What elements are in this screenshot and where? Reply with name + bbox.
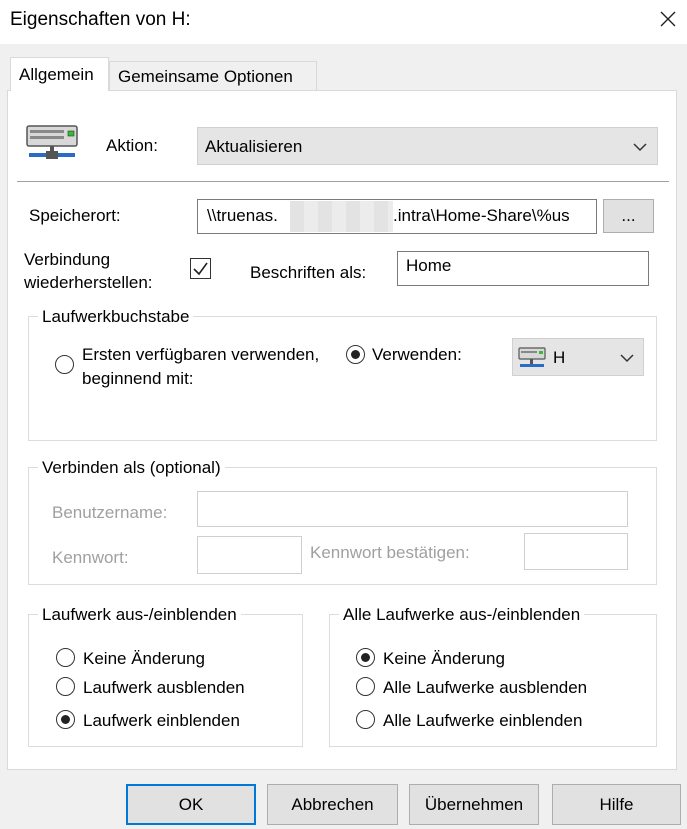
radio-all-hide[interactable] <box>356 677 375 696</box>
apply-button[interactable]: Übernehmen <box>409 784 539 825</box>
drive-letter-group-title: Laufwerkbuchstabe <box>38 307 194 327</box>
action-dropdown[interactable]: Aktualisieren <box>197 127 658 165</box>
tab-allgemein[interactable]: Allgemein <box>10 57 109 91</box>
username-label: Benutzername: <box>52 503 168 522</box>
drive-show-label: Laufwerk einblenden <box>83 711 240 730</box>
chevron-down-icon <box>633 143 647 152</box>
checkmark-icon <box>193 262 208 276</box>
radio-first-available[interactable] <box>55 355 74 374</box>
location-value-prefix: \\truenas. <box>207 206 278 225</box>
action-label: Aktion: <box>106 136 158 155</box>
label-as-label: Beschriften als: <box>250 263 367 282</box>
location-input[interactable]: \\truenas. .intra\Home-Share\%us <box>197 199 597 234</box>
action-value: Aktualisieren <box>205 137 303 156</box>
first-available-label-line1: Ersten verfügbaren verwenden, <box>82 345 320 364</box>
radio-drive-hide[interactable] <box>56 677 75 696</box>
close-button[interactable] <box>650 0 686 38</box>
use-letter-label: Verwenden: <box>372 345 462 364</box>
radio-drive-show[interactable] <box>56 710 75 729</box>
tab-gemeinsame-optionen[interactable]: Gemeinsame Optionen <box>109 61 317 91</box>
drive-letter-dropdown[interactable]: H <box>512 338 644 376</box>
reconnect-label-line2: wiederherstellen: <box>24 273 153 292</box>
username-input[interactable] <box>197 491 628 527</box>
window-title: Eigenschaften von H: <box>10 9 191 30</box>
password-label: Kennwort: <box>52 548 129 567</box>
location-label: Speicherort: <box>29 206 121 225</box>
first-available-label-line2: beginnend mit: <box>82 369 194 388</box>
all-hide-label: Alle Laufwerke ausblenden <box>383 678 588 697</box>
cancel-button[interactable]: Abbrechen <box>267 784 398 825</box>
help-button[interactable]: Hilfe <box>552 784 681 825</box>
close-icon <box>660 11 676 27</box>
show-hide-drive-group-title: Laufwerk aus-/einblenden <box>38 605 241 625</box>
confirm-password-label: Kennwort bestätigen: <box>310 543 470 562</box>
connect-as-group-title: Verbinden als (optional) <box>38 458 225 478</box>
radio-all-no-change[interactable] <box>356 648 375 667</box>
drive-letter-value: H <box>553 348 566 367</box>
confirm-password-input[interactable] <box>524 533 628 570</box>
reconnect-label-line1: Verbindung <box>24 250 111 269</box>
radio-drive-no-change[interactable] <box>56 648 75 667</box>
all-no-change-label: Keine Änderung <box>383 649 505 668</box>
location-value-suffix: .intra\Home-Share\%us <box>393 206 570 225</box>
chevron-down-icon <box>620 354 634 363</box>
browse-button[interactable]: ... <box>603 199 654 233</box>
ok-button[interactable]: OK <box>126 784 256 825</box>
radio-use-letter[interactable] <box>346 345 365 364</box>
drive-hide-label: Laufwerk ausblenden <box>83 678 245 697</box>
label-as-input[interactable]: Home <box>397 251 649 286</box>
redacted-block <box>290 201 393 232</box>
drive-no-change-label: Keine Änderung <box>83 649 205 668</box>
network-drive-icon <box>518 347 546 367</box>
reconnect-checkbox[interactable] <box>190 258 211 279</box>
separator <box>17 181 669 182</box>
network-drive-icon <box>26 125 78 159</box>
radio-all-show[interactable] <box>356 710 375 729</box>
all-show-label: Alle Laufwerke einblenden <box>383 711 583 730</box>
password-input[interactable] <box>197 536 302 574</box>
show-hide-all-group-title: Alle Laufwerke aus-/einblenden <box>339 605 585 625</box>
